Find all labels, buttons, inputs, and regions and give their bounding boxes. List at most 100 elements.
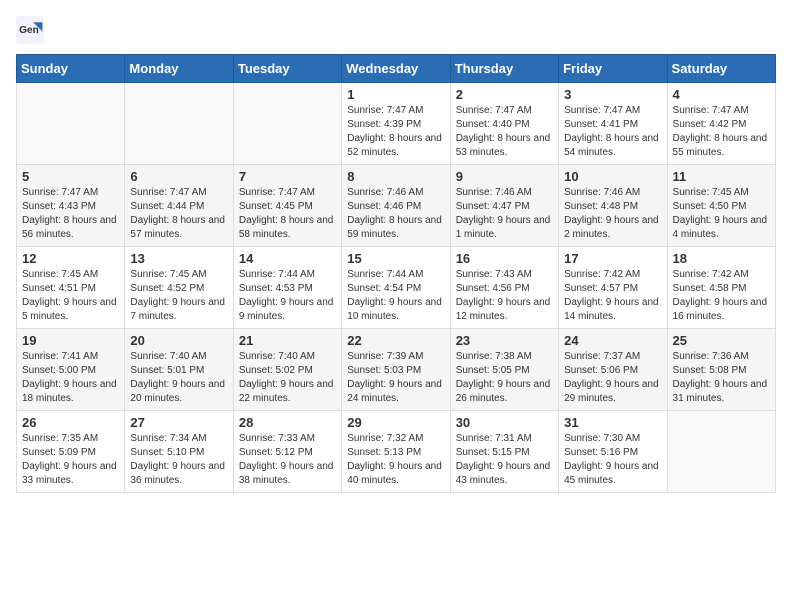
- day-info: Sunrise: 7:36 AM Sunset: 5:08 PM Dayligh…: [673, 350, 770, 406]
- day-info: Sunrise: 7:44 AM Sunset: 4:54 PM Dayligh…: [347, 268, 444, 324]
- day-info: Sunrise: 7:46 AM Sunset: 4:48 PM Dayligh…: [564, 186, 661, 242]
- day-number: 11: [673, 169, 770, 184]
- calendar-cell: 2Sunrise: 7:47 AM Sunset: 4:40 PM Daylig…: [450, 83, 558, 165]
- calendar-cell: 30 Sunrise: 7:31 AM Sunset: 5:15 PM Dayli…: [450, 411, 558, 493]
- day-info: Sunrise: 7:45 AM Sunset: 4:50 PM Dayligh…: [673, 186, 770, 242]
- day-info: Sunrise: 7:47 AM Sunset: 4:41 PM Dayligh…: [564, 104, 661, 160]
- day-info: Sunrise: 7:47 AM Sunset: 4:45 PM Dayligh…: [239, 186, 336, 242]
- day-info: Sunrise: 7:47 AM Sunset: 4:44 PM Dayligh…: [130, 186, 227, 242]
- calendar-cell: 23 Sunrise: 7:38 AM Sunset: 5:05 PM Dayli…: [450, 329, 558, 411]
- calendar-cell: 10 Sunrise: 7:46 AM Sunset: 4:48 PM Dayli…: [559, 165, 667, 247]
- calendar-header-row: SundayMondayTuesdayWednesdayThursdayFrid…: [17, 55, 776, 83]
- day-number: 13: [130, 251, 227, 266]
- calendar-cell: [667, 411, 775, 493]
- day-info: Sunrise: 7:43 AM Sunset: 4:56 PM Dayligh…: [456, 268, 553, 324]
- day-info: Sunrise: 7:33 AM Sunset: 5:12 PM Dayligh…: [239, 432, 336, 488]
- logo-icon: Gen: [16, 16, 44, 44]
- calendar-cell: 9 Sunrise: 7:46 AM Sunset: 4:47 PM Daylig…: [450, 165, 558, 247]
- calendar-cell: 7 Sunrise: 7:47 AM Sunset: 4:45 PM Daylig…: [233, 165, 341, 247]
- day-info: Sunrise: 7:41 AM Sunset: 5:00 PM Dayligh…: [22, 350, 119, 406]
- day-number: 17: [564, 251, 661, 266]
- day-number: 29: [347, 415, 444, 430]
- day-number: 6: [130, 169, 227, 184]
- calendar-cell: 31Sunrise: 7:30 AM Sunset: 5:16 PM Dayli…: [559, 411, 667, 493]
- day-info: Sunrise: 7:47 AM Sunset: 4:39 PM Dayligh…: [347, 104, 444, 160]
- day-info: Sunrise: 7:35 AM Sunset: 5:09 PM Dayligh…: [22, 432, 119, 488]
- calendar-header-sunday: Sunday: [17, 55, 125, 83]
- day-info: Sunrise: 7:42 AM Sunset: 4:57 PM Dayligh…: [564, 268, 661, 324]
- day-info: Sunrise: 7:40 AM Sunset: 5:01 PM Dayligh…: [130, 350, 227, 406]
- calendar-cell: [233, 83, 341, 165]
- day-info: Sunrise: 7:37 AM Sunset: 5:06 PM Dayligh…: [564, 350, 661, 406]
- day-info: Sunrise: 7:39 AM Sunset: 5:03 PM Dayligh…: [347, 350, 444, 406]
- calendar-table: SundayMondayTuesdayWednesdayThursdayFrid…: [16, 54, 776, 493]
- day-number: 2: [456, 87, 553, 102]
- day-number: 16: [456, 251, 553, 266]
- calendar-cell: 6 Sunrise: 7:47 AM Sunset: 4:44 PM Daylig…: [125, 165, 233, 247]
- day-number: 18: [673, 251, 770, 266]
- calendar-header-friday: Friday: [559, 55, 667, 83]
- day-info: Sunrise: 7:31 AM Sunset: 5:15 PM Dayligh…: [456, 432, 553, 488]
- calendar-cell: 25 Sunrise: 7:36 AM Sunset: 5:08 PM Dayli…: [667, 329, 775, 411]
- calendar-header-monday: Monday: [125, 55, 233, 83]
- day-number: 23: [456, 333, 553, 348]
- calendar-cell: 5 Sunrise: 7:47 AM Sunset: 4:43 PM Daylig…: [17, 165, 125, 247]
- calendar-week-4: 19Sunrise: 7:41 AM Sunset: 5:00 PM Dayli…: [17, 329, 776, 411]
- day-number: 26: [22, 415, 119, 430]
- calendar-cell: 22 Sunrise: 7:39 AM Sunset: 5:03 PM Dayli…: [342, 329, 450, 411]
- day-info: Sunrise: 7:30 AM Sunset: 5:16 PM Dayligh…: [564, 432, 661, 488]
- day-number: 21: [239, 333, 336, 348]
- day-number: 20: [130, 333, 227, 348]
- day-number: 30: [456, 415, 553, 430]
- calendar-cell: 12Sunrise: 7:45 AM Sunset: 4:51 PM Dayli…: [17, 247, 125, 329]
- day-info: Sunrise: 7:47 AM Sunset: 4:43 PM Dayligh…: [22, 186, 119, 242]
- day-info: Sunrise: 7:42 AM Sunset: 4:58 PM Dayligh…: [673, 268, 770, 324]
- calendar-cell: 19Sunrise: 7:41 AM Sunset: 5:00 PM Dayli…: [17, 329, 125, 411]
- day-info: Sunrise: 7:38 AM Sunset: 5:05 PM Dayligh…: [456, 350, 553, 406]
- logo: Gen: [16, 16, 48, 44]
- calendar-cell: 26 Sunrise: 7:35 AM Sunset: 5:09 PM Dayli…: [17, 411, 125, 493]
- calendar-cell: 4 Sunrise: 7:47 AM Sunset: 4:42 PM Daylig…: [667, 83, 775, 165]
- day-info: Sunrise: 7:45 AM Sunset: 4:52 PM Dayligh…: [130, 268, 227, 324]
- calendar-cell: 14 Sunrise: 7:44 AM Sunset: 4:53 PM Dayli…: [233, 247, 341, 329]
- day-number: 7: [239, 169, 336, 184]
- day-number: 28: [239, 415, 336, 430]
- calendar-cell: 29 Sunrise: 7:32 AM Sunset: 5:13 PM Dayli…: [342, 411, 450, 493]
- day-info: Sunrise: 7:45 AM Sunset: 4:51 PM Dayligh…: [22, 268, 119, 324]
- calendar-cell: 27Sunrise: 7:34 AM Sunset: 5:10 PM Dayli…: [125, 411, 233, 493]
- day-number: 8: [347, 169, 444, 184]
- calendar-week-1: 1 Sunrise: 7:47 AM Sunset: 4:39 PM Daylig…: [17, 83, 776, 165]
- day-number: 14: [239, 251, 336, 266]
- day-info: Sunrise: 7:44 AM Sunset: 4:53 PM Dayligh…: [239, 268, 336, 324]
- day-info: Sunrise: 7:47 AM Sunset: 4:42 PM Dayligh…: [673, 104, 770, 160]
- calendar-cell: 15 Sunrise: 7:44 AM Sunset: 4:54 PM Dayli…: [342, 247, 450, 329]
- calendar-cell: 18 Sunrise: 7:42 AM Sunset: 4:58 PM Dayli…: [667, 247, 775, 329]
- day-number: 4: [673, 87, 770, 102]
- day-number: 9: [456, 169, 553, 184]
- calendar-cell: 16 Sunrise: 7:43 AM Sunset: 4:56 PM Dayli…: [450, 247, 558, 329]
- calendar-week-3: 12Sunrise: 7:45 AM Sunset: 4:51 PM Dayli…: [17, 247, 776, 329]
- calendar-cell: [17, 83, 125, 165]
- day-number: 27: [130, 415, 227, 430]
- day-number: 22: [347, 333, 444, 348]
- day-number: 25: [673, 333, 770, 348]
- calendar-cell: 24Sunrise: 7:37 AM Sunset: 5:06 PM Dayli…: [559, 329, 667, 411]
- calendar-cell: 1 Sunrise: 7:47 AM Sunset: 4:39 PM Daylig…: [342, 83, 450, 165]
- day-number: 5: [22, 169, 119, 184]
- day-number: 15: [347, 251, 444, 266]
- calendar-header-tuesday: Tuesday: [233, 55, 341, 83]
- calendar-cell: 8 Sunrise: 7:46 AM Sunset: 4:46 PM Daylig…: [342, 165, 450, 247]
- day-info: Sunrise: 7:46 AM Sunset: 4:47 PM Dayligh…: [456, 186, 553, 242]
- calendar-cell: 3 Sunrise: 7:47 AM Sunset: 4:41 PM Daylig…: [559, 83, 667, 165]
- calendar-week-5: 26 Sunrise: 7:35 AM Sunset: 5:09 PM Dayli…: [17, 411, 776, 493]
- calendar-header-saturday: Saturday: [667, 55, 775, 83]
- calendar-cell: 21Sunrise: 7:40 AM Sunset: 5:02 PM Dayli…: [233, 329, 341, 411]
- day-info: Sunrise: 7:46 AM Sunset: 4:46 PM Dayligh…: [347, 186, 444, 242]
- day-number: 3: [564, 87, 661, 102]
- calendar-cell: 20 Sunrise: 7:40 AM Sunset: 5:01 PM Dayli…: [125, 329, 233, 411]
- day-info: Sunrise: 7:32 AM Sunset: 5:13 PM Dayligh…: [347, 432, 444, 488]
- day-number: 10: [564, 169, 661, 184]
- calendar-cell: 28 Sunrise: 7:33 AM Sunset: 5:12 PM Dayli…: [233, 411, 341, 493]
- calendar-header-wednesday: Wednesday: [342, 55, 450, 83]
- day-number: 1: [347, 87, 444, 102]
